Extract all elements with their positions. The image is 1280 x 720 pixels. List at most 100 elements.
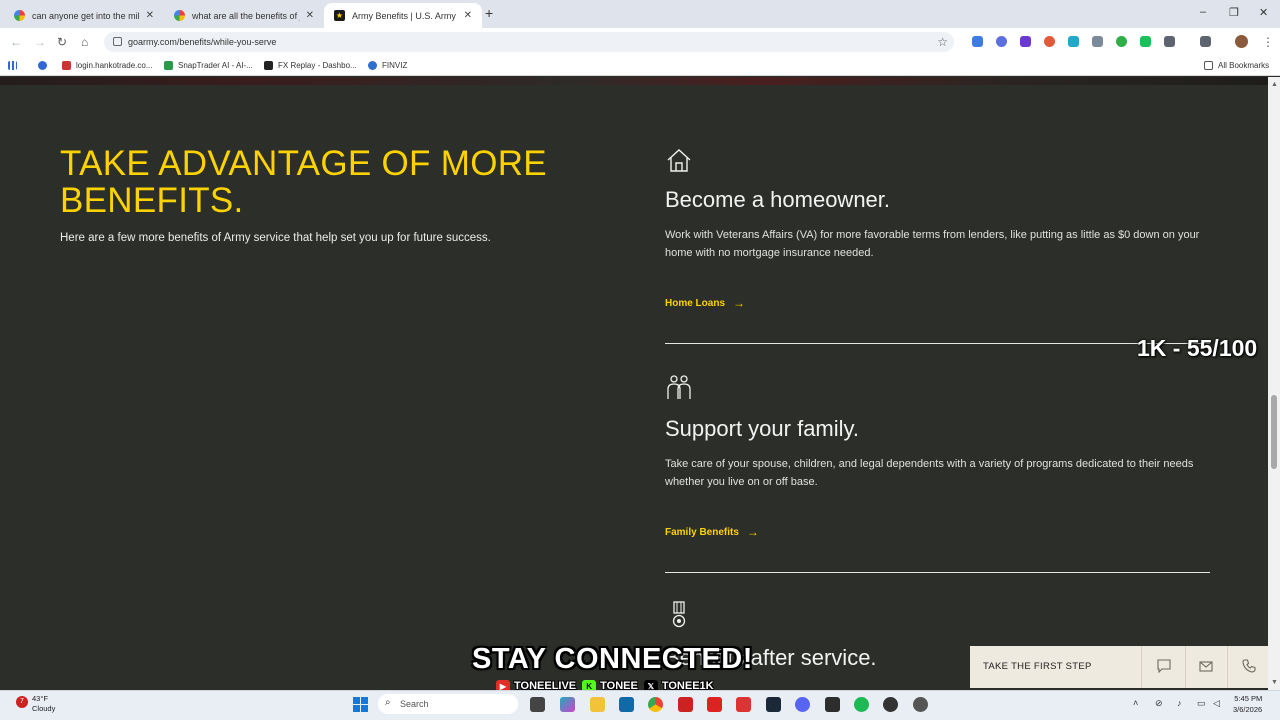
- phone-icon[interactable]: [1242, 659, 1256, 673]
- app-icon[interactable]: [883, 697, 898, 712]
- restore-button[interactable]: ❐: [1229, 6, 1239, 19]
- minimize-button[interactable]: –: [1200, 6, 1206, 18]
- steam-icon[interactable]: [766, 697, 781, 712]
- divider: [1141, 646, 1142, 688]
- task-view-icon[interactable]: [530, 697, 545, 712]
- side-panel-icon[interactable]: [1200, 36, 1211, 47]
- globe-icon: [38, 61, 47, 70]
- bookmark-label: FX Replay - Dashbo...: [278, 61, 357, 70]
- tab-search-2[interactable]: what are all the benefits of joi ✕: [164, 3, 324, 28]
- weather-widget[interactable]: 7 43°F Cloudy: [16, 694, 55, 714]
- scroll-down-icon[interactable]: ▼: [1271, 679, 1278, 686]
- divider: [1227, 646, 1228, 688]
- apps-grid-icon: [8, 61, 17, 70]
- all-bookmarks[interactable]: All Bookmarks: [1204, 61, 1269, 70]
- puzzle-icon[interactable]: [1164, 36, 1175, 47]
- forward-icon[interactable]: →: [34, 35, 46, 49]
- stay-connected-banner: STAY CONNECTED!: [472, 643, 753, 675]
- spotify-icon[interactable]: [854, 697, 869, 712]
- all-bookmarks-label: All Bookmarks: [1218, 61, 1270, 70]
- hankotrade-icon: [62, 61, 71, 70]
- home-icon[interactable]: ⌂: [81, 35, 88, 49]
- hero-image-edge: [0, 77, 1268, 85]
- extension-icon[interactable]: [1068, 36, 1079, 47]
- extension-icon[interactable]: [972, 36, 983, 47]
- benefit-description: Take care of your spouse, children, and …: [665, 458, 1194, 488]
- reload-icon[interactable]: ↻: [57, 35, 67, 49]
- family-icon: [667, 375, 691, 399]
- family-benefits-link[interactable]: Family Benefits →: [665, 525, 759, 539]
- taskbar-search[interactable]: ⌕ Search: [378, 694, 518, 714]
- extension-icon[interactable]: [1092, 36, 1103, 47]
- app-icon[interactable]: [678, 697, 693, 712]
- close-tab-icon[interactable]: ✕: [464, 10, 472, 21]
- site-info-icon[interactable]: [113, 37, 122, 46]
- extension-icon[interactable]: [1020, 36, 1031, 47]
- section-title: TAKE ADVANTAGE OF MORE BENEFITS.: [60, 144, 547, 220]
- search-placeholder: Search: [400, 699, 429, 709]
- bookmark-star-icon[interactable]: ☆: [937, 35, 948, 49]
- close-tab-icon[interactable]: ✕: [146, 10, 154, 21]
- home-loans-link[interactable]: Home Loans →: [665, 296, 745, 310]
- taskbar: [0, 690, 1280, 720]
- apps-icon[interactable]: [8, 61, 22, 70]
- mail-icon[interactable]: [1199, 659, 1213, 673]
- back-icon[interactable]: ←: [10, 35, 22, 49]
- close-tab-icon[interactable]: ✕: [306, 10, 314, 21]
- microphone-icon[interactable]: ♪: [1177, 698, 1182, 708]
- url-text: goarmy.com/benefits/while-you-serve: [128, 37, 277, 47]
- bookmark-snaptrader[interactable]: SnapTrader AI - AI-...: [164, 61, 253, 70]
- army-star-icon: ★: [334, 10, 345, 21]
- app-icon[interactable]: [825, 697, 840, 712]
- network-icon[interactable]: ⊘: [1155, 698, 1163, 709]
- take-first-step-button[interactable]: TAKE THE FIRST STEP: [983, 661, 1092, 672]
- bookmarks-bar: login.hankotrade.co... SnapTrader AI - A…: [0, 56, 1280, 76]
- system-clock[interactable]: 5:45 PM 3/6/2026: [1233, 693, 1262, 715]
- avatar[interactable]: [1235, 35, 1248, 48]
- extension-icon[interactable]: [996, 36, 1007, 47]
- chevron-up-icon[interactable]: ˄: [1133, 698, 1138, 708]
- tab-title: what are all the benefits of joi: [192, 10, 300, 21]
- tab-title: Army Benefits | U.S. Army: [352, 10, 456, 21]
- divider: [665, 572, 1210, 573]
- chrome-icon[interactable]: [648, 697, 663, 712]
- arrow-right-icon: →: [746, 525, 759, 539]
- scroll-thumb[interactable]: [1271, 395, 1277, 469]
- display-icon[interactable]: ▭: [1197, 698, 1206, 709]
- discord-icon[interactable]: [795, 697, 810, 712]
- app-icon[interactable]: [707, 697, 722, 712]
- extension-icon[interactable]: [1044, 36, 1055, 47]
- chat-icon[interactable]: [1157, 659, 1171, 673]
- tab-search-1[interactable]: can anyone get into the militar ✕: [4, 3, 164, 28]
- bookmark-globe[interactable]: [38, 61, 52, 70]
- speaker-icon[interactable]: ◁: [1213, 698, 1220, 709]
- new-tab-button[interactable]: +: [485, 5, 493, 21]
- menu-icon[interactable]: ⋮: [1262, 35, 1274, 49]
- snaptrader-icon: [164, 61, 173, 70]
- address-bar[interactable]: goarmy.com/benefits/while-you-serve ☆: [104, 32, 954, 52]
- extension-icon[interactable]: [1116, 36, 1127, 47]
- store-icon[interactable]: [619, 697, 634, 712]
- page-content: TAKE ADVANTAGE OF MORE BENEFITS. Here ar…: [0, 77, 1268, 690]
- extension-icon[interactable]: [1140, 36, 1151, 47]
- windows-start-icon[interactable]: [353, 697, 368, 712]
- close-window-button[interactable]: ✕: [1259, 6, 1268, 19]
- weather-badge: 7: [16, 696, 28, 708]
- fxreplay-icon: [264, 61, 273, 70]
- divider: [665, 343, 1210, 344]
- page-scrollbar[interactable]: ▲ ▼: [1268, 77, 1280, 690]
- file-explorer-icon[interactable]: [590, 697, 605, 712]
- medal-icon: [672, 601, 686, 628]
- bookmark-hankotrade[interactable]: login.hankotrade.co...: [62, 61, 153, 70]
- bookmark-fxreplay[interactable]: FX Replay - Dashbo...: [264, 61, 357, 70]
- folder-icon: [1204, 61, 1213, 70]
- obs-icon[interactable]: [913, 697, 928, 712]
- scroll-up-icon[interactable]: ▲: [1271, 81, 1278, 88]
- clock-time: 5:45 PM: [1234, 694, 1263, 703]
- copilot-icon[interactable]: [560, 697, 575, 712]
- divider: [1185, 646, 1186, 688]
- bookmark-finviz[interactable]: FINVIZ: [368, 61, 407, 70]
- clock-date: 3/6/2026: [1233, 705, 1263, 714]
- tab-army-benefits[interactable]: ★ Army Benefits | U.S. Army ✕: [324, 3, 482, 28]
- app-icon[interactable]: [736, 697, 751, 712]
